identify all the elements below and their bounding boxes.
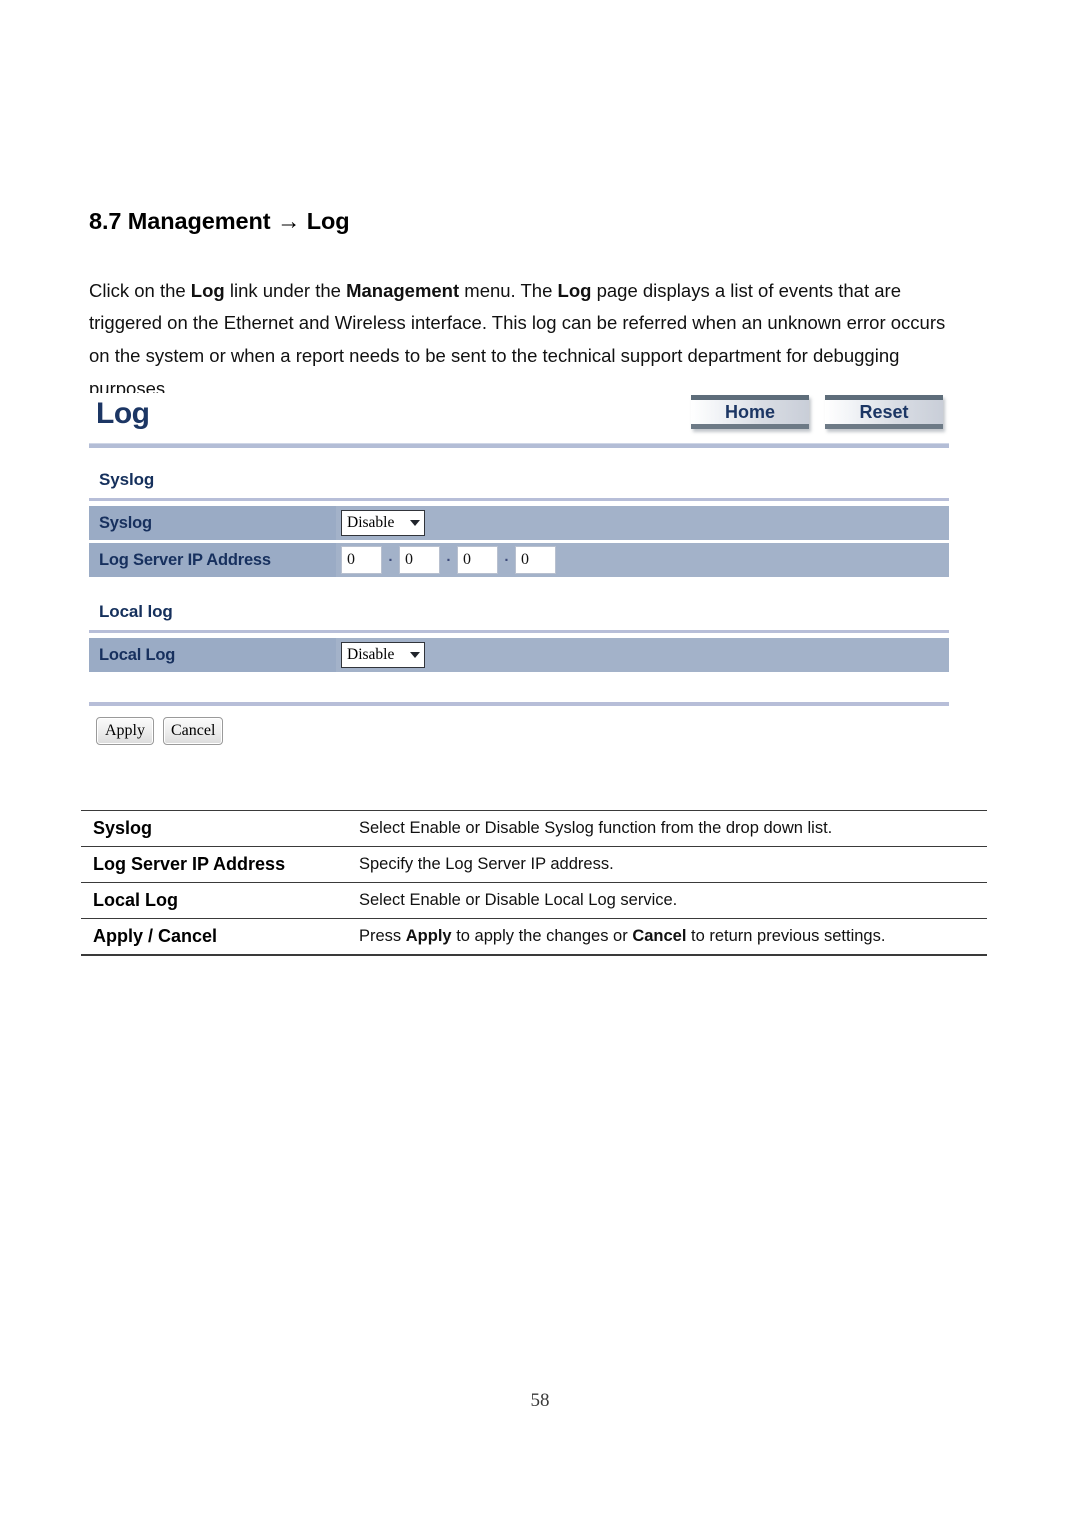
form-row-syslog: Syslog Disable [89, 506, 949, 540]
syslog-select[interactable]: Disable [341, 510, 425, 536]
desc-text-local-log: Select Enable or Disable Local Log servi… [357, 882, 987, 919]
form-row-local-log: Local Log Disable [89, 638, 949, 672]
ip-separator-3: . [504, 548, 509, 565]
syslog-select-value: Disable [347, 514, 395, 531]
ip-separator-2: . [446, 548, 451, 565]
chevron-down-icon [410, 652, 420, 658]
table-row: Log Server IP Address Specify the Log Se… [81, 846, 987, 883]
section-heading-syslog: Syslog [99, 470, 155, 489]
desc-text-syslog: Select Enable or Disable Syslog function… [357, 810, 987, 847]
field-value-syslog: Disable [336, 506, 949, 540]
section-heading-local-log: Local log [99, 602, 173, 621]
header-button-group: Home Reset [691, 395, 943, 429]
field-label-local-log: Local Log [89, 638, 336, 672]
desc-term-log-server-ip: Log Server IP Address [81, 846, 357, 883]
table-row: Syslog Select Enable or Disable Syslog f… [81, 810, 987, 847]
field-value-log-server-ip: 0 . 0 . 0 . 0 [336, 543, 949, 577]
table-row: Local Log Select Enable or Disable Local… [81, 882, 987, 919]
field-label-log-server-ip: Log Server IP Address [89, 543, 336, 577]
cancel-button[interactable]: Cancel [163, 717, 224, 745]
field-label-syslog: Syslog [89, 506, 336, 540]
ip-octet-1[interactable]: 0 [341, 546, 382, 574]
local-log-select-value: Disable [347, 646, 395, 663]
local-log-select[interactable]: Disable [341, 642, 425, 668]
form-row-log-server-ip: Log Server IP Address 0 . 0 . 0 . 0 [89, 543, 949, 577]
home-button[interactable]: Home [691, 395, 809, 429]
ip-octet-4[interactable]: 0 [515, 546, 556, 574]
page-title: 8.7 Management → Log [89, 207, 350, 234]
table-body: Syslog Select Enable or Disable Syslog f… [81, 810, 987, 956]
ip-address-input-group: 0 . 0 . 0 . 0 [341, 543, 556, 577]
ip-octet-3[interactable]: 0 [457, 546, 498, 574]
field-description-table: Syslog Select Enable or Disable Syslog f… [81, 810, 987, 956]
router-ui-screenshot: Log Home Reset Syslog Syslog Disable Log… [89, 393, 949, 751]
desc-term-apply-cancel: Apply / Cancel [81, 918, 357, 956]
reset-button[interactable]: Reset [825, 395, 943, 429]
ip-octet-2[interactable]: 0 [399, 546, 440, 574]
desc-text-log-server-ip: Specify the Log Server IP address. [357, 846, 987, 883]
manual-page: 8.7 Management → Log Click on the Log li… [0, 0, 1080, 1528]
field-value-local-log: Disable [336, 638, 949, 672]
ui-page-title: Log [96, 397, 150, 430]
page-number: 58 [530, 1390, 550, 1411]
desc-term-local-log: Local Log [81, 882, 357, 919]
table-row: Apply / Cancel Press Apply to apply the … [81, 918, 987, 956]
section-divider-syslog [89, 498, 949, 501]
ip-separator-1: . [388, 548, 393, 565]
section-divider-local-log [89, 630, 949, 633]
chevron-down-icon [410, 520, 420, 526]
action-button-group: Apply Cancel [89, 706, 949, 751]
intro-paragraph: Click on the Log link under the Manageme… [89, 279, 946, 399]
desc-term-syslog: Syslog [81, 810, 357, 847]
desc-text-apply-cancel: Press Apply to apply the changes or Canc… [357, 918, 987, 956]
ui-header: Log Home Reset [89, 393, 949, 441]
apply-button[interactable]: Apply [96, 717, 154, 745]
